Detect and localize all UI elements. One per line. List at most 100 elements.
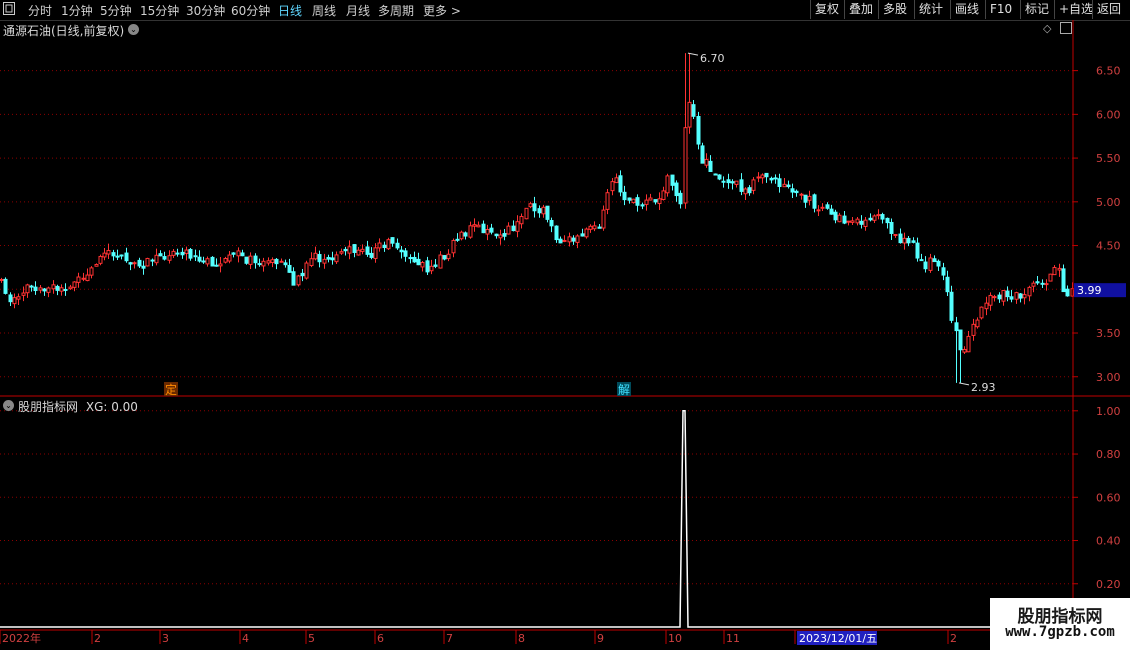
candle-body: [794, 190, 799, 194]
chevron-down-icon[interactable]: ⌄: [3, 400, 14, 411]
indicator-panel-title: 股朋指标网 XG: 0.00: [18, 398, 138, 415]
indicator-name: 股朋指标网: [18, 400, 79, 414]
candle-body: [898, 233, 903, 244]
candle-body: [296, 275, 301, 286]
candle-body: [764, 172, 769, 178]
candle-body: [485, 228, 490, 235]
candle-body: [803, 194, 808, 203]
chart-canvas[interactable]: 3.003.504.004.505.005.506.006.500.200.40…: [0, 0, 1130, 650]
candle-body: [949, 291, 954, 321]
candle-body: [128, 262, 133, 265]
candle-body: [154, 254, 159, 264]
candle-body: [562, 239, 567, 242]
candle-body: [266, 260, 271, 264]
candle-body: [481, 223, 486, 234]
candle-body: [614, 177, 619, 184]
labels: 6.70 2.93 3.99 定 解: [164, 52, 1126, 397]
x-tick-label: 5: [308, 632, 315, 645]
candle-body: [979, 306, 984, 319]
high-price-label: 6.70: [700, 52, 725, 65]
x-tick-label: 11: [726, 632, 740, 645]
y-tick-label: 3.50: [1096, 327, 1121, 340]
candle-body: [46, 287, 51, 293]
candle-body: [640, 204, 645, 207]
candle-body: [16, 296, 21, 300]
candle-body: [997, 294, 1002, 300]
candle-body: [184, 249, 189, 254]
candle-body: [309, 258, 314, 267]
candle-body: [1048, 273, 1053, 282]
event-marker-jie: 解: [618, 383, 630, 397]
y-tick-label: 0.20: [1096, 578, 1121, 591]
candle-body: [708, 160, 713, 172]
candle-body: [365, 246, 370, 255]
candle-body: [76, 276, 81, 283]
candle-body: [691, 104, 696, 117]
candle-body: [343, 248, 348, 252]
candle-body: [1065, 288, 1070, 297]
candle-body: [63, 288, 68, 291]
candle-body: [223, 258, 228, 263]
chevron-down-icon[interactable]: ⌄: [128, 24, 139, 35]
candle-body: [1040, 282, 1045, 285]
candle-body: [506, 225, 511, 235]
candle-body: [72, 281, 77, 288]
candle-body: [291, 271, 296, 286]
candle-body: [648, 197, 653, 201]
x-tick-label: 2: [94, 632, 101, 645]
candle-body: [201, 260, 206, 263]
candle-body: [433, 264, 438, 267]
candle-body: [644, 199, 649, 205]
y-tick-label: 1.00: [1096, 405, 1121, 418]
candle-body: [25, 284, 30, 294]
candle-body: [919, 259, 924, 262]
candle-body: [721, 180, 726, 183]
candle-body: [812, 194, 817, 209]
candle-body: [171, 250, 176, 256]
candle-body: [205, 258, 210, 265]
candle-body: [532, 203, 537, 212]
candle-body: [622, 191, 627, 201]
y-tick-label: 0.60: [1096, 491, 1121, 504]
candle-body: [524, 207, 529, 220]
candle-body: [842, 215, 847, 224]
panel-toggle-icon[interactable]: [1060, 22, 1072, 34]
candle-body: [162, 256, 167, 260]
candle-body: [777, 178, 782, 188]
candle-body: [799, 193, 804, 196]
candle-body: [872, 215, 877, 221]
candle-body: [111, 252, 116, 257]
candle-body: [218, 263, 223, 267]
candle-body: [537, 208, 542, 214]
candle-body: [515, 221, 520, 232]
candle-body: [653, 199, 658, 203]
candle-body: [717, 174, 722, 180]
x-tick-label: 2: [950, 632, 957, 645]
candle-body: [89, 267, 94, 276]
candle-body: [403, 250, 408, 257]
candle-body: [150, 259, 155, 262]
candle-body: [3, 278, 8, 294]
candle-body: [945, 276, 950, 293]
candle-body: [115, 255, 120, 258]
candle-body: [279, 260, 284, 263]
diamond-icon[interactable]: ◇: [1043, 22, 1051, 35]
candle-body: [412, 256, 417, 263]
candle-body: [472, 224, 477, 227]
xg-signal-line: [0, 410, 1073, 628]
candle-body: [786, 184, 791, 188]
candle-body: [322, 258, 327, 264]
candle-body: [420, 261, 425, 268]
candle-body: [928, 257, 933, 271]
low-price-label: 2.93: [971, 381, 996, 394]
candle-body: [683, 127, 688, 204]
candle-body: [498, 234, 503, 239]
candle-body: [236, 250, 241, 257]
x-tick-label: 6: [377, 632, 384, 645]
y-tick-label: 6.50: [1096, 65, 1121, 78]
candle-body: [1022, 294, 1027, 299]
candle-body: [55, 285, 60, 291]
candle-body: [300, 272, 305, 277]
candle-body: [476, 224, 481, 228]
candle-body: [687, 101, 692, 128]
